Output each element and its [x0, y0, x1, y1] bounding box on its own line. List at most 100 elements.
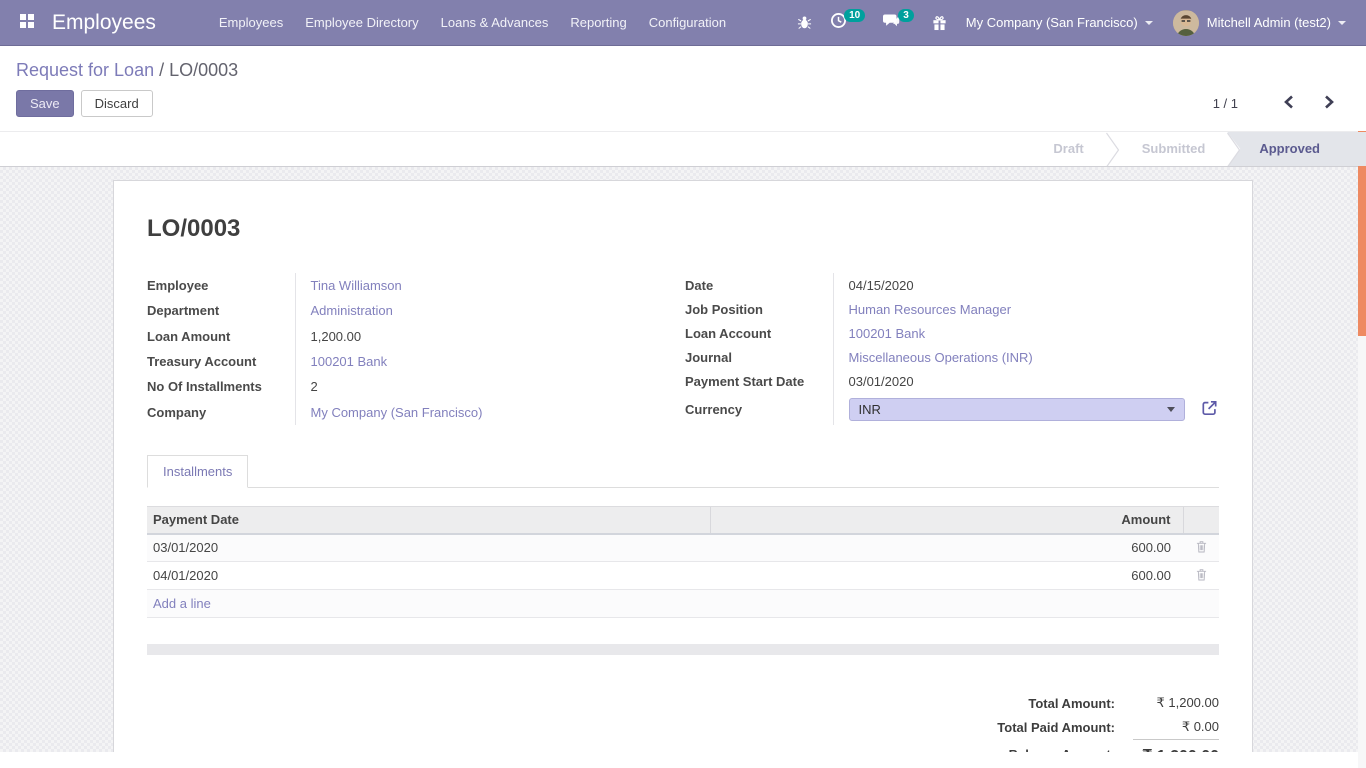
chevron-down-icon: [1338, 21, 1346, 25]
field-value-company[interactable]: My Company (San Francisco): [295, 400, 667, 425]
field-label-company: Company: [147, 400, 295, 425]
field-value-loan-amount[interactable]: 1,200.00: [295, 324, 667, 349]
menu-item-loans-advances[interactable]: Loans & Advances: [430, 0, 560, 46]
table-row: 04/01/2020 600.00: [147, 562, 1219, 590]
activities-badge: 10: [844, 9, 865, 22]
trash-icon: [1196, 541, 1207, 556]
currency-select[interactable]: INR: [849, 398, 1186, 421]
total-paid-amount-value: ₹ 0.00: [1133, 715, 1219, 740]
select-caret-icon: [1167, 407, 1175, 412]
field-label-journal: Journal: [685, 345, 833, 369]
save-button[interactable]: Save: [16, 90, 74, 117]
totals-summary: Total Amount: ₹ 1,200.00 Total Paid Amou…: [997, 691, 1219, 752]
delete-row-button[interactable]: [1196, 568, 1207, 584]
company-switcher[interactable]: My Company (San Francisco): [956, 0, 1163, 46]
page-scrollbar-track: [1358, 131, 1366, 768]
chevron-left-icon: [1282, 94, 1295, 113]
control-panel: Request for Loan / LO/0003 Save Discard …: [0, 46, 1366, 131]
field-value-loan-account[interactable]: 100201 Bank: [833, 321, 1219, 345]
navbar-systray: 10 3 My Company (San Francisco): [788, 0, 1356, 46]
total-amount-value: ₹ 1,200.00: [1133, 691, 1219, 715]
form-view-background: LO/0003 Employee Tina Williamson Departm…: [0, 167, 1366, 752]
menu-item-reporting[interactable]: Reporting: [559, 0, 637, 46]
column-header-actions: [1183, 507, 1219, 534]
chevron-right-icon: [1323, 94, 1336, 113]
currency-external-link-button[interactable]: [1200, 399, 1219, 420]
field-value-date[interactable]: 04/15/2020: [833, 273, 1219, 297]
pager-value[interactable]: 1 / 1: [1213, 96, 1238, 111]
form-group-left: Employee Tina Williamson Department Admi…: [147, 273, 667, 425]
statusbar: Draft Submitted Approved: [0, 131, 1366, 167]
breadcrumb-current: LO/0003: [169, 60, 238, 80]
form-sheet: LO/0003 Employee Tina Williamson Departm…: [113, 180, 1253, 752]
balance-amount-value: ₹ 1,200.00: [1133, 740, 1219, 753]
app-brand[interactable]: Employees: [52, 11, 156, 35]
field-label-treasury-account: Treasury Account: [147, 349, 295, 374]
user-menu[interactable]: Mitchell Admin (test2): [1163, 0, 1356, 46]
field-label-employee: Employee: [147, 273, 295, 298]
pager-next-button[interactable]: [1309, 94, 1350, 113]
menu-item-configuration[interactable]: Configuration: [638, 0, 737, 46]
discard-button[interactable]: Discard: [81, 90, 153, 117]
apps-grid-icon: [19, 13, 35, 32]
cell-payment-date[interactable]: 04/01/2020: [147, 562, 711, 590]
table-horizontal-scrollbar[interactable]: [147, 644, 1219, 655]
status-step-submitted[interactable]: Submitted: [1120, 132, 1228, 166]
add-a-line-link[interactable]: Add a line: [153, 596, 211, 611]
cell-payment-date[interactable]: 03/01/2020: [147, 534, 711, 562]
external-link-icon: [1200, 399, 1219, 420]
pager-previous-button[interactable]: [1268, 94, 1309, 113]
chevron-down-icon: [1145, 21, 1153, 25]
field-label-payment-start-date: Payment Start Date: [685, 369, 833, 393]
add-line-row: Add a line: [147, 590, 1219, 618]
field-value-department[interactable]: Administration: [295, 298, 667, 323]
field-label-currency: Currency: [685, 393, 833, 425]
field-label-loan-amount: Loan Amount: [147, 324, 295, 349]
messages-badge: 3: [898, 9, 914, 22]
apps-menu-button[interactable]: [10, 0, 44, 46]
notebook-tabs: Installments: [147, 455, 1219, 488]
breadcrumb: Request for Loan / LO/0003: [16, 59, 1350, 81]
total-amount-label: Total Amount:: [997, 691, 1133, 715]
top-navbar: Employees Employees Employee Directory L…: [0, 0, 1366, 46]
breadcrumb-parent-link[interactable]: Request for Loan: [16, 60, 154, 80]
installments-table: Payment Date Amount 03/01/2020 600.00: [147, 506, 1219, 618]
cell-amount[interactable]: 600.00: [711, 562, 1183, 590]
total-paid-amount-label: Total Paid Amount:: [997, 715, 1133, 740]
activities-button[interactable]: 10: [821, 12, 874, 34]
field-value-no-of-installments[interactable]: 2: [295, 374, 667, 399]
table-row: 03/01/2020 600.00: [147, 534, 1219, 562]
record-title: LO/0003: [147, 215, 1219, 243]
status-step-approved[interactable]: Approved: [1227, 132, 1366, 166]
column-header-payment-date[interactable]: Payment Date: [147, 507, 711, 534]
cell-amount[interactable]: 600.00: [711, 534, 1183, 562]
field-label-job-position: Job Position: [685, 297, 833, 321]
status-step-separator: [1227, 132, 1241, 166]
menu-item-employee-directory[interactable]: Employee Directory: [294, 0, 429, 46]
column-header-amount[interactable]: Amount: [711, 507, 1183, 534]
trash-icon: [1196, 569, 1207, 584]
status-step-draft[interactable]: Draft: [1031, 132, 1105, 166]
field-label-date: Date: [685, 273, 833, 297]
balance-amount-label: Balance Amount:: [997, 740, 1133, 753]
user-avatar: [1173, 10, 1199, 36]
field-label-department: Department: [147, 298, 295, 323]
status-step-separator: [1106, 132, 1120, 166]
field-value-employee[interactable]: Tina Williamson: [295, 273, 667, 298]
pager: 1 / 1: [1213, 94, 1350, 113]
form-group-right: Date 04/15/2020 Job Position Human Resou…: [685, 273, 1219, 425]
field-label-loan-account: Loan Account: [685, 321, 833, 345]
field-value-treasury-account[interactable]: 100201 Bank: [295, 349, 667, 374]
delete-row-button[interactable]: [1196, 540, 1207, 556]
field-label-no-of-installments: No Of Installments: [147, 374, 295, 399]
debug-bug-icon[interactable]: [788, 15, 821, 30]
tab-installments[interactable]: Installments: [147, 455, 248, 488]
breadcrumb-separator: /: [159, 60, 169, 80]
field-value-job-position[interactable]: Human Resources Manager: [833, 297, 1219, 321]
gift-icon[interactable]: [923, 15, 956, 31]
menu-item-employees[interactable]: Employees: [208, 0, 294, 46]
field-value-journal[interactable]: Miscellaneous Operations (INR): [833, 345, 1219, 369]
messages-button[interactable]: 3: [874, 12, 923, 33]
main-menu: Employees Employee Directory Loans & Adv…: [208, 0, 737, 46]
field-value-payment-start-date[interactable]: 03/01/2020: [833, 369, 1219, 393]
